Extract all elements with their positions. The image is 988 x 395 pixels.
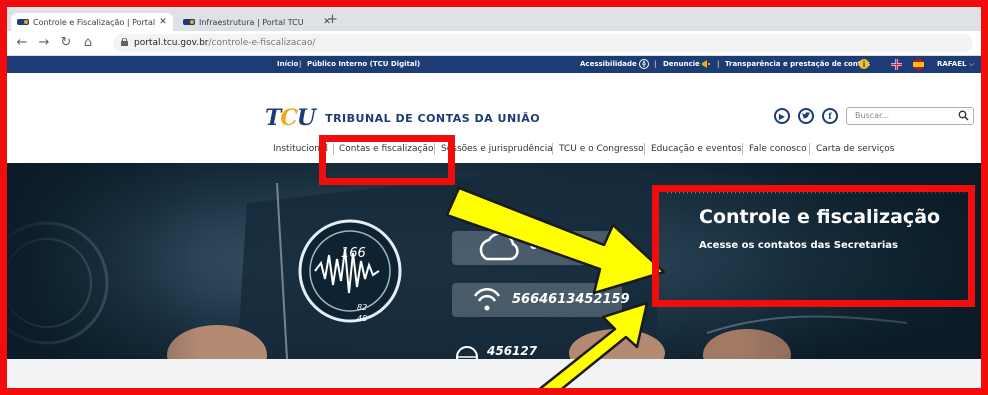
- arrow-right-icon: [445, 186, 666, 295]
- screenshot-frame: Controle e Fiscalização | Portal TCU ✕ I…: [0, 0, 988, 395]
- highlight-box-menu: [319, 135, 455, 185]
- arrow-up-icon: [538, 301, 649, 388]
- highlight-box-hero: [652, 185, 975, 307]
